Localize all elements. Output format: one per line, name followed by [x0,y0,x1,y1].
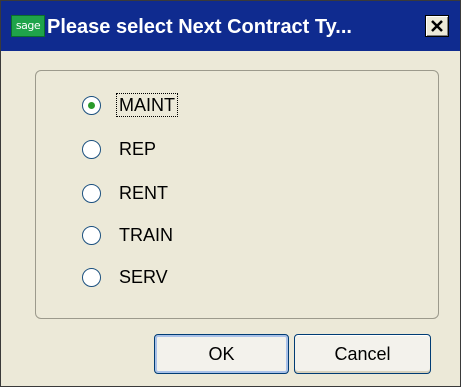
radio-button[interactable] [82,183,101,203]
ok-button-label: OK [208,344,235,364]
radio-option-rep[interactable]: REP [82,135,158,163]
radio-option-rent[interactable]: RENT [82,179,170,207]
radio-label: TRAIN [119,225,173,245]
cancel-button[interactable]: Cancel [294,334,431,374]
radio-option-maint[interactable]: MAINT [82,91,178,119]
close-icon [431,20,443,32]
radio-label: RENT [119,183,168,203]
radio-button[interactable] [82,95,101,115]
radio-button[interactable] [82,267,101,287]
dialog-title: Please select Next Contract Ty... [47,16,352,38]
radio-label: SERV [119,267,168,287]
title-bar[interactable]: sage Please select Next Contract Ty... [1,1,460,51]
radio-option-train[interactable]: TRAIN [82,221,175,249]
radio-label: REP [119,139,157,159]
dialog-window: sage Please select Next Contract Ty... M… [0,0,461,387]
ok-button[interactable]: OK [154,334,289,374]
radio-option-serv[interactable]: SERV [82,263,170,291]
cancel-button-label: Cancel [334,344,391,364]
radio-button[interactable] [82,225,101,245]
sage-logo-icon: sage [11,15,45,37]
close-button[interactable] [425,15,449,37]
radio-button[interactable] [82,139,101,159]
radio-label: MAINT [116,93,178,117]
